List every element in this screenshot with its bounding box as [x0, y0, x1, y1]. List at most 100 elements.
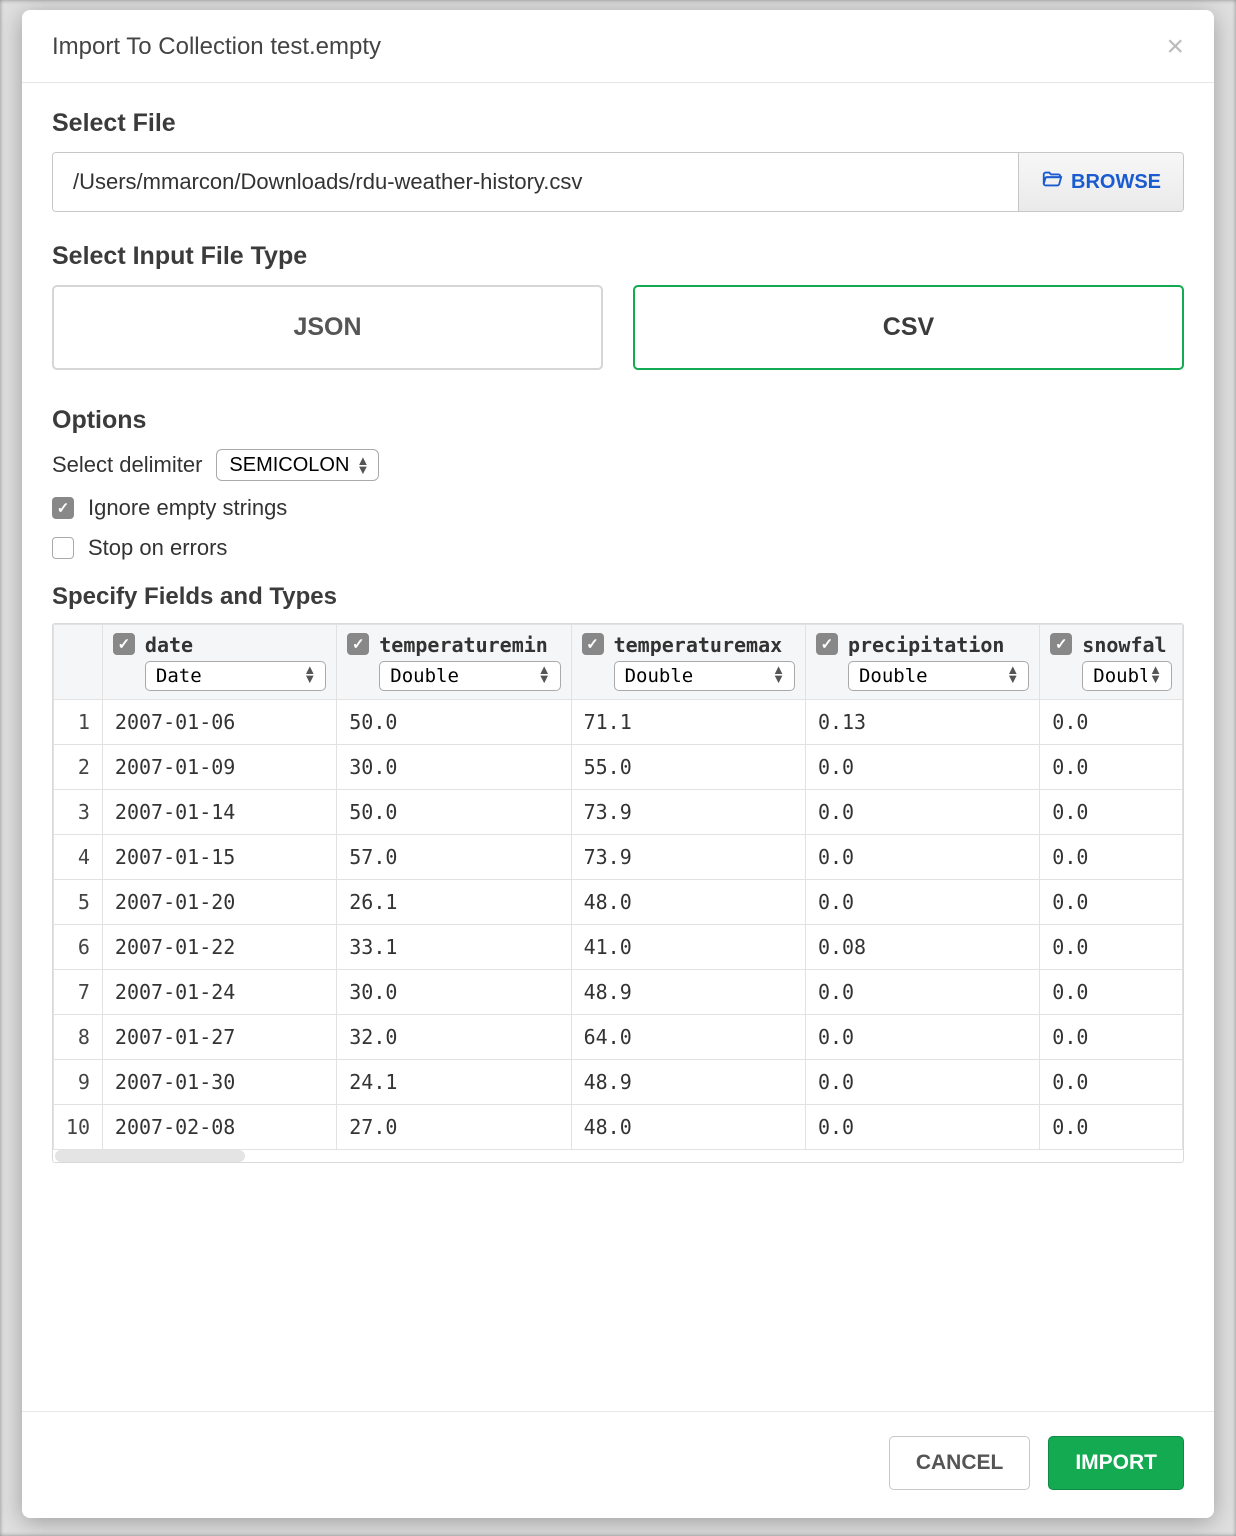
- filetype-json-button[interactable]: JSON: [52, 285, 603, 370]
- column-name: temperaturemin: [379, 633, 560, 657]
- horizontal-scrollbar[interactable]: [53, 1150, 1183, 1162]
- table-cell: 0.0: [805, 745, 1039, 790]
- table-cell: 2007-01-24: [102, 970, 336, 1015]
- ignore-empty-label: Ignore empty strings: [88, 495, 287, 521]
- row-number: 10: [54, 1105, 103, 1150]
- table-cell: 73.9: [571, 835, 805, 880]
- row-number: 1: [54, 700, 103, 745]
- table-row: 72007-01-2430.048.90.00.0: [54, 970, 1183, 1015]
- table-cell: 0.0: [805, 880, 1039, 925]
- browse-button-label: BROWSE: [1071, 171, 1161, 194]
- table-cell: 2007-01-06: [102, 700, 336, 745]
- delimiter-label: Select delimiter: [52, 452, 202, 478]
- row-number: 4: [54, 835, 103, 880]
- column-checkbox[interactable]: [347, 633, 369, 655]
- cancel-button[interactable]: CANCEL: [889, 1436, 1031, 1490]
- table-cell: 55.0: [571, 745, 805, 790]
- row-number: 7: [54, 970, 103, 1015]
- stop-on-errors-row: Stop on errors: [52, 535, 1184, 561]
- table-cell: 0.0: [1040, 880, 1183, 925]
- table-cell: 0.0: [805, 835, 1039, 880]
- table-cell: 0.0: [805, 1105, 1039, 1150]
- table-cell: 57.0: [337, 835, 571, 880]
- stop-on-errors-label: Stop on errors: [88, 535, 227, 561]
- column-type-select[interactable]: Double: [848, 661, 1029, 691]
- import-modal: Import To Collection test.empty × Select…: [22, 10, 1214, 1518]
- select-file-label: Select File: [52, 109, 1184, 138]
- column-name: snowfal: [1082, 633, 1172, 657]
- modal-footer: CANCEL IMPORT: [22, 1411, 1214, 1518]
- ignore-empty-row: Ignore empty strings: [52, 495, 1184, 521]
- column-type-select[interactable]: Double: [614, 661, 795, 691]
- row-number: 8: [54, 1015, 103, 1060]
- column-checkbox[interactable]: [582, 633, 604, 655]
- modal-title: Import To Collection test.empty: [52, 33, 381, 61]
- table-cell: 48.0: [571, 1105, 805, 1150]
- row-number: 9: [54, 1060, 103, 1105]
- select-filetype-label: Select Input File Type: [52, 242, 1184, 271]
- column-name: precipitation: [848, 633, 1029, 657]
- table-cell: 26.1: [337, 880, 571, 925]
- column-type-select[interactable]: Date: [145, 661, 326, 691]
- modal-header: Import To Collection test.empty ×: [22, 10, 1214, 83]
- table-row: 12007-01-0650.071.10.130.0: [54, 700, 1183, 745]
- table-cell: 2007-01-30: [102, 1060, 336, 1105]
- delimiter-select[interactable]: SEMICOLON: [216, 449, 379, 481]
- table-cell: 2007-02-08: [102, 1105, 336, 1150]
- table-cell: 0.0: [805, 790, 1039, 835]
- specify-fields-label: Specify Fields and Types: [52, 583, 1184, 611]
- row-number: 3: [54, 790, 103, 835]
- row-number: 2: [54, 745, 103, 790]
- browse-button[interactable]: BROWSE: [1018, 153, 1183, 211]
- table-row: 52007-01-2026.148.00.00.0: [54, 880, 1183, 925]
- table-cell: 41.0: [571, 925, 805, 970]
- column-checkbox[interactable]: [1050, 633, 1072, 655]
- column-checkbox[interactable]: [816, 633, 838, 655]
- table-row: 32007-01-1450.073.90.00.0: [54, 790, 1183, 835]
- table-row: 42007-01-1557.073.90.00.0: [54, 835, 1183, 880]
- table-cell: 0.0: [805, 1060, 1039, 1105]
- options-label: Options: [52, 406, 1184, 435]
- table-cell: 0.0: [1040, 970, 1183, 1015]
- table-cell: 0.13: [805, 700, 1039, 745]
- table-cell: 0.0: [1040, 790, 1183, 835]
- table-cell: 33.1: [337, 925, 571, 970]
- ignore-empty-checkbox[interactable]: [52, 497, 74, 519]
- table-cell: 48.0: [571, 880, 805, 925]
- table-cell: 0.0: [1040, 1105, 1183, 1150]
- row-number: 6: [54, 925, 103, 970]
- table-cell: 24.1: [337, 1060, 571, 1105]
- column-type-select[interactable]: Doubl: [1082, 661, 1172, 691]
- table-row: 22007-01-0930.055.00.00.0: [54, 745, 1183, 790]
- table-row: 82007-01-2732.064.00.00.0: [54, 1015, 1183, 1060]
- column-checkbox[interactable]: [113, 633, 135, 655]
- table-cell: 71.1: [571, 700, 805, 745]
- column-name: temperaturemax: [614, 633, 795, 657]
- row-number: 5: [54, 880, 103, 925]
- table-cell: 0.0: [1040, 925, 1183, 970]
- table-cell: 2007-01-20: [102, 880, 336, 925]
- fields-table: dateDate▲▼temperatureminDouble▲▼temperat…: [52, 623, 1184, 1163]
- table-cell: 0.0: [805, 1015, 1039, 1060]
- table-cell: 0.08: [805, 925, 1039, 970]
- column-type-select[interactable]: Double: [379, 661, 560, 691]
- stop-on-errors-checkbox[interactable]: [52, 537, 74, 559]
- table-cell: 0.0: [1040, 835, 1183, 880]
- table-cell: 64.0: [571, 1015, 805, 1060]
- table-cell: 48.9: [571, 1060, 805, 1105]
- filetype-csv-button[interactable]: CSV: [633, 285, 1184, 370]
- table-cell: 73.9: [571, 790, 805, 835]
- close-button[interactable]: ×: [1166, 32, 1184, 62]
- import-button[interactable]: IMPORT: [1048, 1436, 1184, 1490]
- table-cell: 2007-01-22: [102, 925, 336, 970]
- column-name: date: [145, 633, 326, 657]
- table-cell: 0.0: [1040, 1060, 1183, 1105]
- table-cell: 2007-01-27: [102, 1015, 336, 1060]
- table-cell: 2007-01-14: [102, 790, 336, 835]
- delimiter-row: Select delimiter SEMICOLON ▲▼: [52, 449, 1184, 481]
- table-cell: 0.0: [1040, 745, 1183, 790]
- table-cell: 50.0: [337, 700, 571, 745]
- table-cell: 50.0: [337, 790, 571, 835]
- table-cell: 2007-01-15: [102, 835, 336, 880]
- file-path-input[interactable]: [53, 153, 1018, 211]
